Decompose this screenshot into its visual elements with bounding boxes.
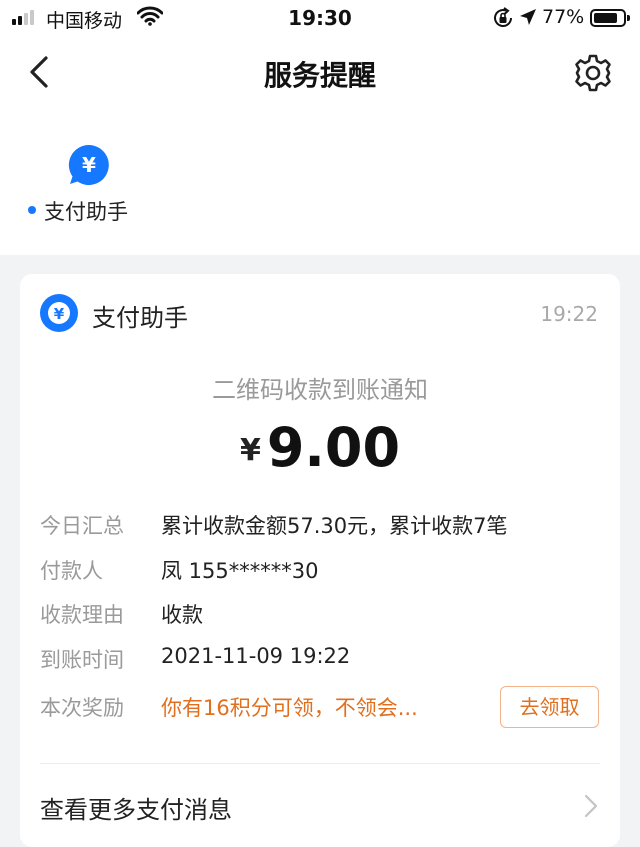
detail-label: 今日汇总 bbox=[40, 514, 124, 538]
unread-dot bbox=[28, 206, 36, 214]
view-more-payment-messages[interactable]: 查看更多支付消息 bbox=[20, 764, 620, 847]
card-icon-glyph: ¥ bbox=[54, 305, 65, 323]
amount-row: ¥9.00 bbox=[20, 416, 620, 479]
reward-text: 你有16积分可领，不领会... bbox=[161, 696, 418, 720]
detail-label: 付款人 bbox=[40, 559, 103, 583]
notification-subtitle: 二维码收款到账通知 bbox=[212, 376, 428, 404]
currency-symbol: ¥ bbox=[239, 433, 261, 468]
detail-value: 2021-11-09 19:22 bbox=[161, 644, 351, 668]
card-time: 19:22 bbox=[540, 302, 598, 326]
yuan-chat-icon: ¥ bbox=[68, 144, 109, 185]
detail-value: 收款 bbox=[161, 603, 203, 627]
page-title: 服务提醒 bbox=[263, 59, 376, 92]
detail-row-arrival-time: 到账时间 2021-11-09 19:22 bbox=[40, 644, 600, 678]
detail-row-payer: 付款人 凤 155******30 bbox=[40, 555, 600, 589]
detail-row-summary: 今日汇总 累计收款金额57.30元，累计收款7笔 bbox=[40, 510, 600, 544]
service-entry-payment-assistant[interactable]: ¥ 支付助手 bbox=[20, 140, 150, 230]
yuan-circle-icon: ¥ bbox=[40, 294, 78, 332]
detail-label: 到账时间 bbox=[40, 648, 124, 672]
gear-icon[interactable] bbox=[572, 52, 614, 94]
detail-value: 凤 155******30 bbox=[161, 559, 319, 583]
status-bar: 中国移动 19:30 77% bbox=[0, 0, 640, 36]
battery-percent: 77% bbox=[542, 6, 585, 28]
claim-reward-button[interactable]: 去领取 bbox=[500, 686, 599, 728]
battery-icon bbox=[590, 9, 630, 27]
detail-row-reason: 收款理由 收款 bbox=[40, 599, 600, 633]
detail-label: 收款理由 bbox=[40, 603, 124, 627]
chevron-right-icon bbox=[584, 794, 598, 818]
detail-label: 本次奖励 bbox=[40, 696, 124, 720]
payment-notification-card: ¥ 支付助手 19:22 二维码收款到账通知 ¥9.00 今日汇总 累计收款金额… bbox=[20, 274, 620, 847]
service-icon-glyph: ¥ bbox=[82, 153, 96, 177]
detail-value: 累计收款金额57.30元，累计收款7笔 bbox=[161, 514, 508, 538]
location-arrow-icon bbox=[520, 9, 536, 25]
nav-bar: 服务提醒 bbox=[0, 36, 640, 108]
rotation-lock-icon bbox=[494, 7, 512, 27]
service-label: 支付助手 bbox=[44, 200, 128, 224]
more-link-label: 查看更多支付消息 bbox=[40, 796, 232, 824]
card-sender: 支付助手 bbox=[92, 304, 188, 332]
amount-value: 9.00 bbox=[266, 416, 401, 479]
